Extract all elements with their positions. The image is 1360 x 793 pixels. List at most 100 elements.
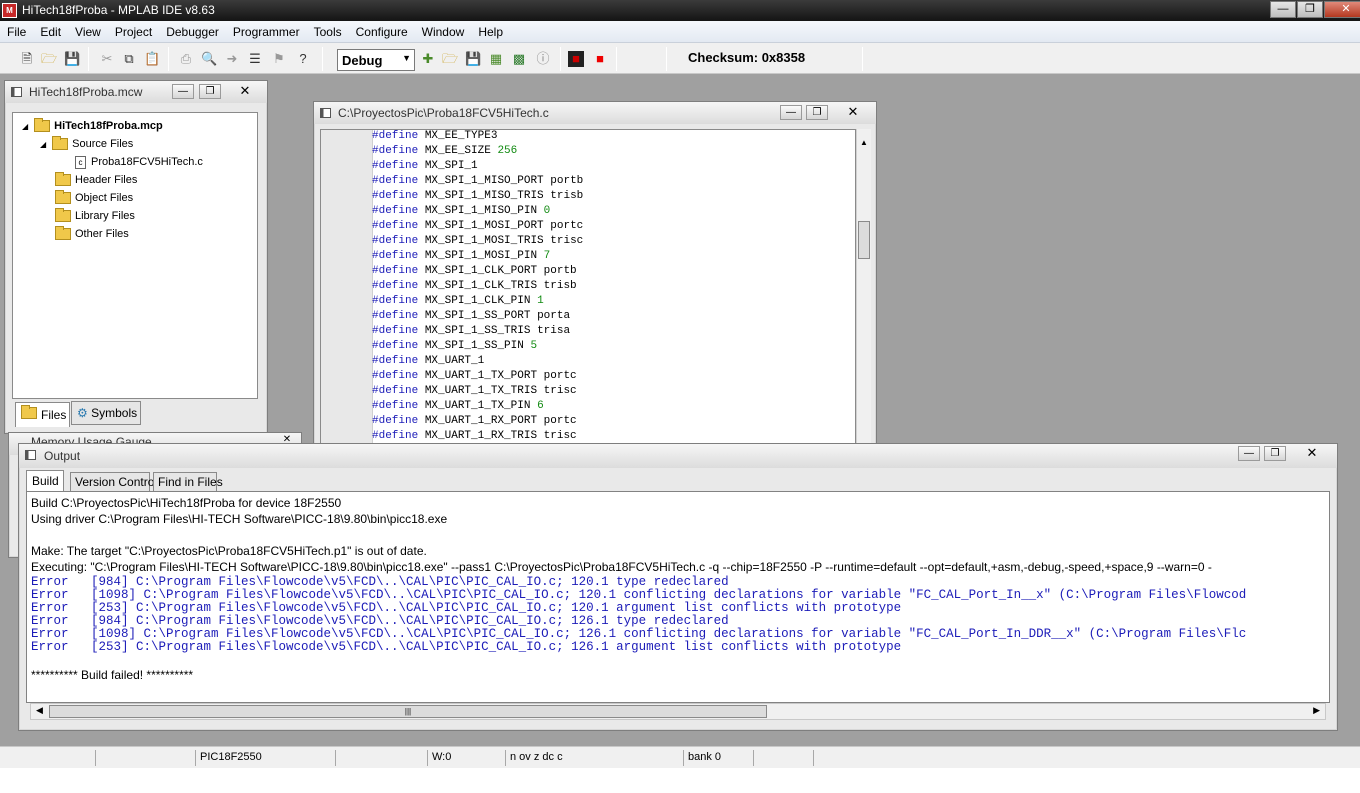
editor-close-button[interactable]: ✕ xyxy=(842,105,864,120)
scroll-thumb[interactable] xyxy=(858,221,870,259)
scroll-up-icon[interactable]: ▲ xyxy=(860,138,868,147)
menu-help[interactable]: Help xyxy=(471,25,510,39)
editor-minimize-button[interactable]: — xyxy=(780,105,802,120)
menu-edit[interactable]: Edit xyxy=(33,25,68,39)
build-config-select[interactable]: Debug ▼ xyxy=(337,49,415,71)
preprocessor-keyword: #define xyxy=(372,220,419,232)
code-line: #define MX_UART_1_RX_TRIS trisc xyxy=(372,429,583,444)
scroll-left-icon[interactable]: ◀ xyxy=(36,705,43,716)
scroll-thumb[interactable]: ||| xyxy=(49,705,767,718)
collapse-toggle-icon[interactable]: ◢ xyxy=(40,140,46,149)
menu-programmer[interactable]: Programmer xyxy=(226,25,307,39)
menu-tools[interactable]: Tools xyxy=(307,25,349,39)
debug-icon[interactable]: ■ xyxy=(592,51,608,67)
stopwatch-icon[interactable]: ■ xyxy=(568,51,584,67)
editor-titlebar[interactable]: C:\ProyectosPic\Proba18FCV5HiTech.c — ❐ … xyxy=(314,102,876,124)
build-all-icon[interactable]: ▩ xyxy=(511,51,527,67)
preprocessor-keyword: #define xyxy=(372,280,419,292)
menu-view[interactable]: View xyxy=(68,25,108,39)
next-bookmark-icon[interactable]: ⚑ xyxy=(271,51,287,67)
macro-value: trisb xyxy=(543,280,577,292)
tree-item-source-files[interactable]: ◢ Source Files xyxy=(40,135,133,153)
project-maximize-button[interactable]: ❐ xyxy=(199,84,221,99)
scroll-right-icon[interactable]: ▶ xyxy=(1313,705,1320,716)
output-horizontal-scrollbar[interactable]: ◀ ||| ▶ xyxy=(30,703,1326,720)
new-file-icon[interactable]: 🗎 xyxy=(19,51,35,67)
menu-bar: File Edit View Project Debugger Programm… xyxy=(0,21,1360,43)
macro-name: MX_SPI_1_SS_TRIS xyxy=(424,325,531,337)
paste-icon[interactable]: 📋 xyxy=(144,51,160,67)
project-minimize-button[interactable]: — xyxy=(172,84,194,99)
error-line: Error [1098] C:\Program Files\Flowcode\v… xyxy=(31,627,1247,641)
menu-file[interactable]: File xyxy=(0,25,33,39)
code-line: #define MX_SPI_1_SS_PORT porta xyxy=(372,309,583,324)
tree-item-other-files[interactable]: Other Files xyxy=(55,225,129,243)
macro-value: trisc xyxy=(550,235,584,247)
output-close-button[interactable]: ✕ xyxy=(1301,446,1323,461)
macro-name: MX_SPI_1_MOSI_TRIS xyxy=(424,235,544,247)
open-project-icon[interactable]: 🗁 xyxy=(442,51,458,67)
preprocessor-keyword: #define xyxy=(372,130,419,142)
restore-button[interactable]: ❐ xyxy=(1297,1,1323,18)
tree-item-source-file[interactable]: c Proba18FCV5HiTech.c xyxy=(75,153,203,171)
cut-icon[interactable]: ✂ xyxy=(99,51,115,67)
copy-icon[interactable]: ⧉ xyxy=(121,51,137,67)
project-close-button[interactable]: ✕ xyxy=(234,84,256,99)
info-icon[interactable]: ⓘ xyxy=(535,51,551,67)
tree-item-library-files[interactable]: Library Files xyxy=(55,207,135,225)
preprocessor-keyword: #define xyxy=(372,430,419,442)
macro-value: 5 xyxy=(530,340,538,352)
menu-project[interactable]: Project xyxy=(108,25,159,39)
editor-maximize-button[interactable]: ❐ xyxy=(806,105,828,120)
tab-find-in-files[interactable]: Find in Files xyxy=(153,472,223,492)
close-button[interactable]: ✕ xyxy=(1324,1,1360,18)
bookmark-icon[interactable]: ☰ xyxy=(247,51,263,67)
project-window-titlebar[interactable]: HiTech18fProba.mcw — ❐ ✕ xyxy=(5,81,267,103)
save-icon[interactable]: 💾 xyxy=(64,51,80,67)
find-next-icon[interactable]: ➜ xyxy=(224,51,240,67)
tab-build[interactable]: Build xyxy=(26,470,64,492)
build-output-text[interactable]: Build C:\ProyectosPic\HiTech18fProba for… xyxy=(26,491,1330,703)
output-line: Make: The target "C:\ProyectosPic\Proba1… xyxy=(31,544,427,558)
code-line: #define MX_SPI_1_MOSI_PIN 7 xyxy=(372,249,583,264)
menu-debugger[interactable]: Debugger xyxy=(159,25,226,39)
menu-window[interactable]: Window xyxy=(415,25,472,39)
make-icon[interactable]: ▦ xyxy=(488,51,504,67)
open-folder-icon[interactable]: 🗁 xyxy=(41,51,57,67)
help-icon[interactable]: ? xyxy=(295,51,311,67)
code-line: #define MX_SPI_1_MOSI_PORT portc xyxy=(372,219,583,234)
code-line: #define MX_SPI_1_MISO_PORT portb xyxy=(372,174,583,189)
window-icon xyxy=(320,108,331,118)
tree-item-project[interactable]: ◢ HiTech18fProba.mcp xyxy=(22,117,163,135)
status-segment xyxy=(18,750,96,766)
mplab-app-icon[interactable]: M xyxy=(2,3,17,18)
tab-version-control[interactable]: Version Control xyxy=(70,472,157,492)
title-bar: M HiTech18fProba - MPLAB IDE v8.63 — ❐ ✕ xyxy=(0,0,1360,21)
output-titlebar[interactable]: Output — ❐ ✕ xyxy=(19,444,1337,468)
status-segment xyxy=(754,750,814,766)
preprocessor-keyword: #define xyxy=(372,310,419,322)
minimize-button[interactable]: — xyxy=(1270,1,1296,18)
collapse-toggle-icon[interactable]: ◢ xyxy=(22,122,28,131)
preprocessor-keyword: #define xyxy=(372,295,419,307)
output-minimize-button[interactable]: — xyxy=(1238,446,1260,461)
tree-item-object-files[interactable]: Object Files xyxy=(55,189,133,207)
tab-symbols[interactable]: ⚙ Symbols xyxy=(71,401,141,425)
macro-name: MX_UART_1_TX_PORT xyxy=(424,370,538,382)
macro-value: portb xyxy=(543,265,577,277)
macro-name: MX_SPI_1_CLK_PORT xyxy=(424,265,538,277)
menu-configure[interactable]: Configure xyxy=(349,25,415,39)
macro-name: MX_UART_1_TX_TRIS xyxy=(424,385,538,397)
output-maximize-button[interactable]: ❐ xyxy=(1264,446,1286,461)
macro-name: MX_SPI_1_SS_PORT xyxy=(424,310,531,322)
tree-item-header-files[interactable]: Header Files xyxy=(55,171,137,189)
save-project-icon[interactable]: 💾 xyxy=(465,51,481,67)
output-line: Executing: "C:\Program Files\HI-TECH Sof… xyxy=(31,560,1212,574)
editor-vertical-scrollbar[interactable]: ▲ xyxy=(856,129,871,445)
print-icon[interactable]: ⎙ xyxy=(178,51,194,67)
tab-files[interactable]: Files xyxy=(15,402,70,427)
new-project-icon[interactable]: ✚ xyxy=(420,51,436,67)
tree-label: HiTech18fProba.mcp xyxy=(54,120,163,132)
find-icon[interactable]: 🔍 xyxy=(201,51,217,67)
checksum-readout: Checksum: 0x8358 xyxy=(688,50,805,65)
